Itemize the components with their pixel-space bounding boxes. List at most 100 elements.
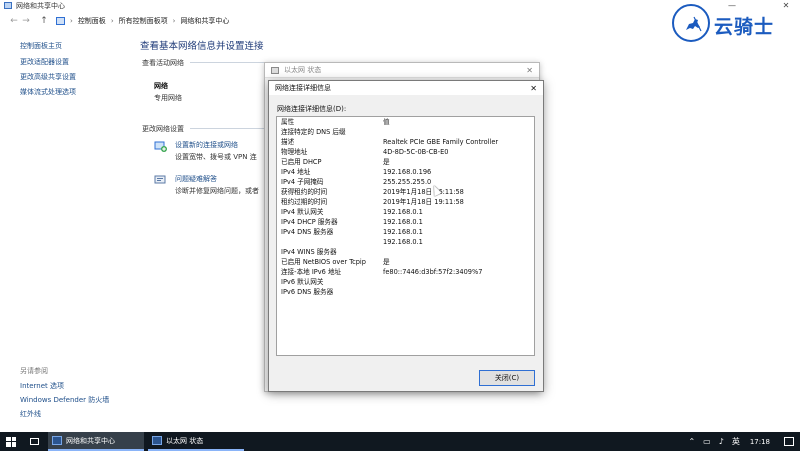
taskbar-item-label: 网络和共享中心 [66, 436, 115, 445]
sidebar-link-adapter-settings[interactable]: 更改适配器设置 [20, 58, 125, 66]
row-property: IPv4 WINS 服务器 [281, 248, 337, 256]
list-item[interactable]: IPv6 默认网关 [277, 277, 534, 287]
notification-icon[interactable] [784, 437, 794, 446]
row-value: 是 [383, 258, 390, 266]
close-button[interactable]: 关闭(C) [479, 370, 535, 386]
list-item[interactable]: IPv4 默认网关 192.168.0.1 [277, 207, 534, 217]
breadcrumb-network-center[interactable]: 网络和共享中心 [180, 16, 229, 26]
section-divider [190, 62, 264, 63]
list-item[interactable]: 获得租约的时间 2019年1月18日 16:11:58 [277, 187, 534, 197]
task-view-button[interactable] [22, 432, 46, 451]
sidebar: 控制面板主页 更改适配器设置 更改高级共享设置 媒体流式处理选项 [20, 42, 125, 103]
brand-logo: 云骑士 [672, 4, 796, 44]
taskbar-item-ethernet-status[interactable]: 以太网 状态 [148, 432, 244, 451]
row-property: 获得租约的时间 [281, 188, 328, 196]
list-item[interactable]: IPv4 DHCP 服务器 192.168.0.1 [277, 217, 534, 227]
row-value: 192.168.0.1 [383, 208, 423, 216]
row-value: 192.168.0.1 [383, 228, 423, 236]
list-item[interactable]: IPv4 WINS 服务器 [277, 247, 534, 257]
network-center-taskbar-icon [52, 436, 62, 445]
page-title: 查看基本网络信息并设置连接 [140, 41, 264, 52]
connection-details-dialog: 网络连接详细信息 ✕ 网络连接详细信息(D): 属性 值 连接特定的 DNS 后… [268, 80, 544, 392]
list-item[interactable]: 连接特定的 DNS 后缀 [277, 127, 534, 137]
new-connection-icon [154, 141, 167, 152]
details-dialog-title: 网络连接详细信息 [275, 84, 331, 92]
row-property: 租约过期的时间 [281, 198, 328, 206]
details-dialog-close-icon[interactable]: ✕ [530, 84, 537, 93]
network-type: 专用网络 [154, 94, 182, 102]
section-divider [190, 128, 264, 129]
breadcrumb-control-panel[interactable]: 控制面板 [78, 16, 106, 26]
sidebar-link-home[interactable]: 控制面板主页 [20, 42, 125, 50]
forward-arrow-icon[interactable]: → [20, 16, 32, 26]
list-item[interactable]: IPv4 子网掩码 255.255.255.0 [277, 177, 534, 187]
start-button[interactable] [0, 432, 22, 451]
list-item[interactable]: 租约过期的时间 2019年1月18日 19:11:58 [277, 197, 534, 207]
row-value: 192.168.0.1 [383, 218, 423, 226]
list-item[interactable]: 描述 Realtek PCIe GBE Family Controller [277, 137, 534, 147]
infrared-link[interactable]: 红外线 [20, 410, 130, 418]
internet-options-link[interactable]: Internet 选项 [20, 382, 130, 390]
row-property: IPv4 DNS 服务器 [281, 228, 334, 236]
row-value: 192.168.0.1 [383, 238, 423, 246]
list-item[interactable]: IPv4 地址 192.168.0.196 [277, 167, 534, 177]
brand-logo-text: 云骑士 [714, 16, 775, 38]
row-property: 描述 [281, 138, 295, 146]
row-value: 192.168.0.196 [383, 168, 432, 176]
clock[interactable]: 17:18 [750, 438, 770, 446]
ethernet-icon [271, 66, 279, 74]
system-tray: ⌃ ▭ ♪ 英 17:18 [688, 432, 800, 451]
ethernet-status-close-icon[interactable]: ✕ [526, 66, 533, 75]
troubleshoot-icon [154, 175, 166, 184]
chevron-up-icon[interactable]: ⌃ [688, 437, 695, 446]
knight-emblem-icon [672, 4, 710, 42]
change-settings-label: 更改网络设置 [142, 125, 184, 133]
new-connection-link[interactable]: 设置新的连接或网络 [175, 140, 238, 150]
breadcrumb-separator: › [110, 17, 114, 25]
troubleshoot-link[interactable]: 问题疑难解答 [175, 174, 217, 184]
firewall-link[interactable]: Windows Defender 防火墙 [20, 396, 130, 404]
up-arrow-icon[interactable]: ↑ [38, 16, 50, 26]
ime-indicator[interactable]: 英 [732, 436, 740, 447]
control-panel-icon [56, 17, 65, 25]
network-tray-icon[interactable]: ▭ [703, 437, 711, 446]
row-property: 已启用 DHCP [281, 158, 322, 166]
active-networks-label: 查看活动网络 [142, 59, 184, 67]
list-item[interactable]: 192.168.0.1 [277, 237, 534, 247]
details-list[interactable]: 属性 值 连接特定的 DNS 后缀 描述 Realtek PCIe GBE Fam… [276, 116, 535, 356]
row-property: IPv6 DNS 服务器 [281, 288, 334, 296]
volume-icon[interactable]: ♪ [719, 437, 724, 446]
taskbar-item-network-center[interactable]: 网络和共享中心 [48, 432, 144, 451]
list-item[interactable]: IPv4 DNS 服务器 192.168.0.1 [277, 227, 534, 237]
row-value: 2019年1月18日 19:11:58 [383, 198, 464, 206]
details-list-header: 属性 值 [277, 117, 534, 127]
row-property: 已启用 NetBIOS over Tcpip [281, 258, 366, 266]
sidebar-link-media-streaming[interactable]: 媒体流式处理选项 [20, 88, 125, 96]
row-property: 连接特定的 DNS 后缀 [281, 128, 346, 136]
list-item[interactable]: 已启用 NetBIOS over Tcpip 是 [277, 257, 534, 267]
window-title: 网络和共享中心 [16, 1, 65, 10]
list-item[interactable]: 已启用 DHCP 是 [277, 157, 534, 167]
network-name: 网络 [154, 82, 168, 90]
task-view-icon [29, 438, 39, 445]
list-item[interactable]: 连接-本地 IPv6 地址 fe80::7446:d3bf:57f2:3409%7 [277, 267, 534, 277]
row-property: IPv4 DHCP 服务器 [281, 218, 338, 226]
main-content: 查看基本网络信息并设置连接 [140, 38, 540, 52]
row-property: IPv6 默认网关 [281, 278, 324, 286]
row-value: 2019年1月18日 16:11:58 [383, 188, 464, 196]
row-value: 255.255.255.0 [383, 178, 432, 186]
column-header-value[interactable]: 值 [383, 117, 390, 127]
new-connection-desc: 设置宽带、拨号或 VPN 连 [175, 153, 257, 161]
sidebar-link-advanced-sharing[interactable]: 更改高级共享设置 [20, 73, 125, 81]
row-value: 是 [383, 158, 390, 166]
breadcrumb-all-items[interactable]: 所有控制面板项 [119, 16, 168, 26]
back-arrow-icon[interactable]: ← [8, 16, 20, 26]
row-value: fe80::7446:d3bf:57f2:3409%7 [383, 268, 483, 276]
see-also-section: 另请参阅 Internet 选项 Windows Defender 防火墙 红外… [20, 366, 130, 424]
list-item[interactable]: IPv6 DNS 服务器 [277, 287, 534, 297]
breadcrumb-separator: › [70, 17, 73, 25]
network-center-icon [4, 2, 12, 9]
column-header-property[interactable]: 属性 [281, 117, 294, 127]
row-value: Realtek PCIe GBE Family Controller [383, 138, 499, 146]
list-item[interactable]: 物理地址 4D-8D-5C-0B-CB-E0 [277, 147, 534, 157]
